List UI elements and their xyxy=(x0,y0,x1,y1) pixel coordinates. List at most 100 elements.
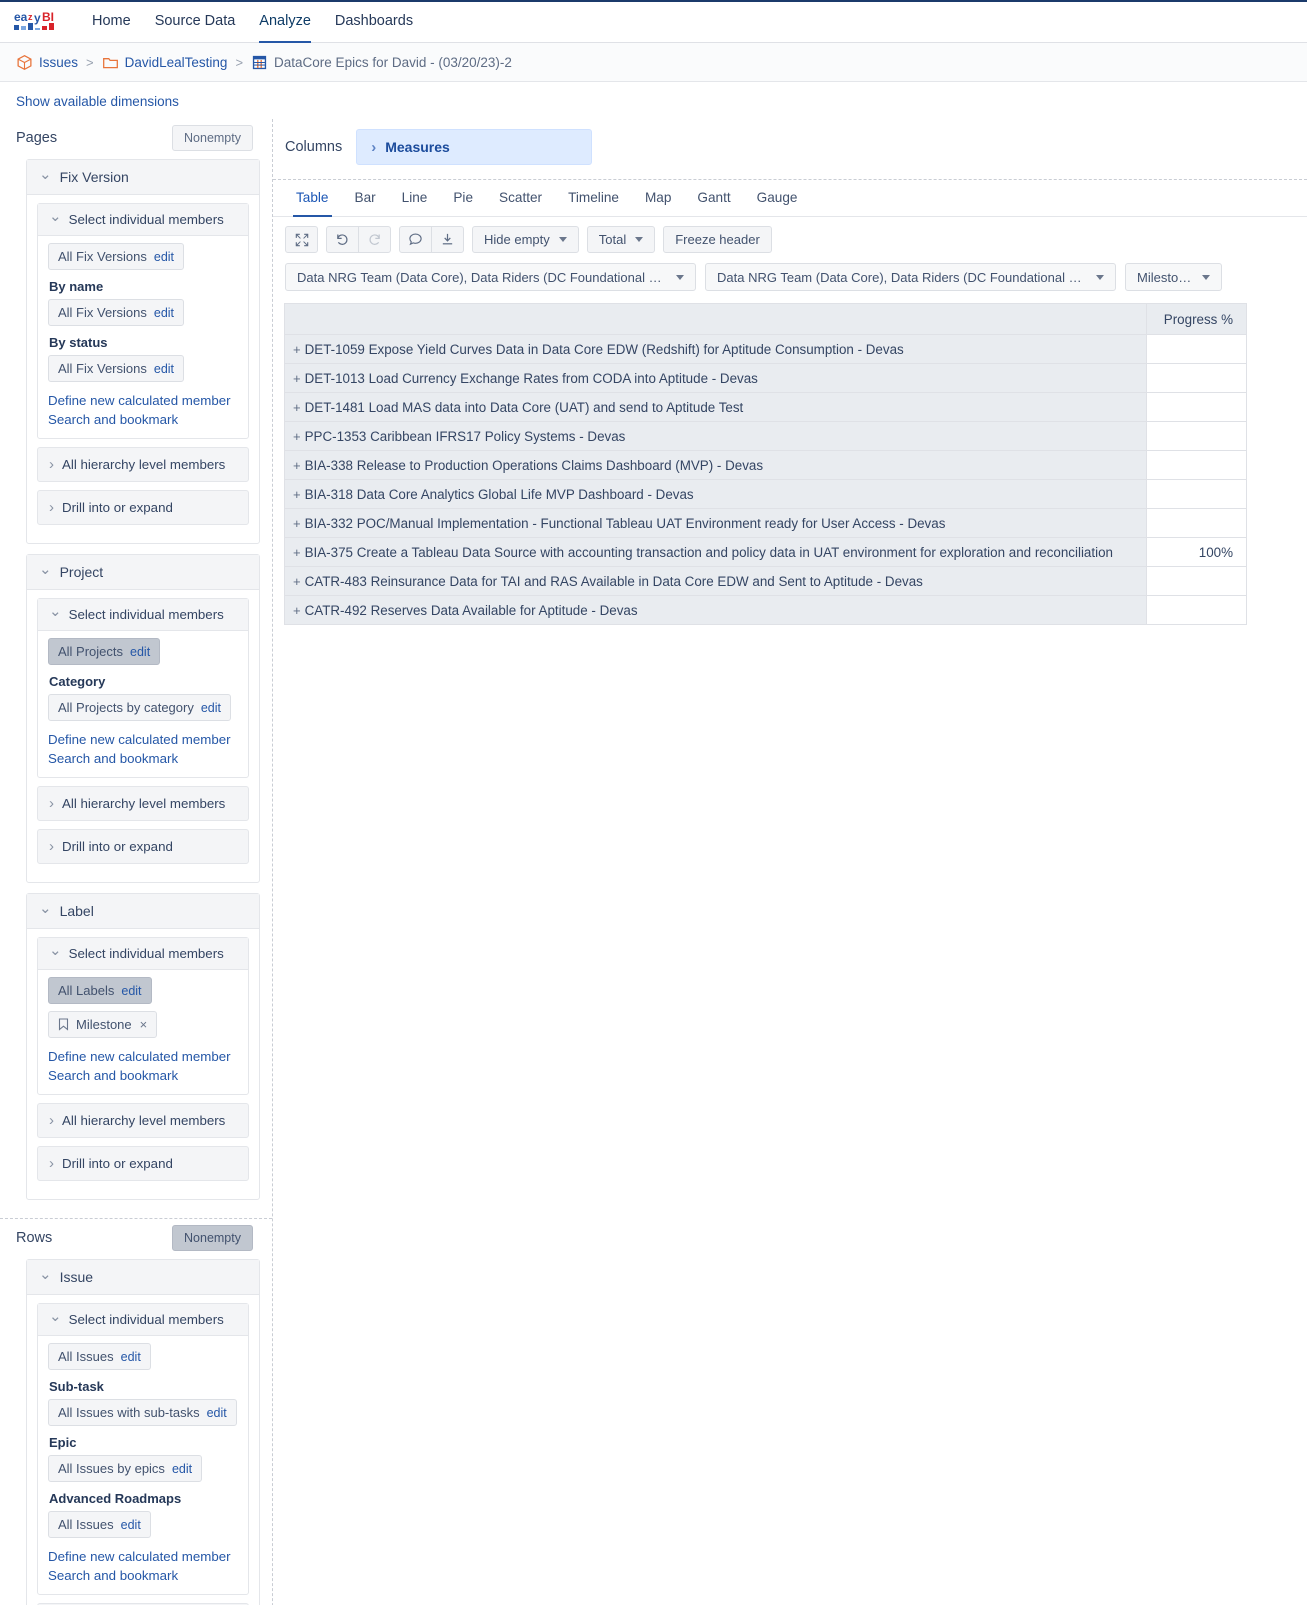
dimension-issue-header[interactable]: Issue xyxy=(27,1260,259,1295)
member-all-projects[interactable]: All Projects edit xyxy=(48,638,161,665)
tab-pie[interactable]: Pie xyxy=(440,180,486,216)
table-row[interactable]: + DET-1013 Load Currency Exchange Rates f… xyxy=(284,363,1247,393)
expand-row-icon[interactable]: + xyxy=(293,429,301,444)
table-row[interactable]: + BIA-332 POC/Manual Implementation - Fun… xyxy=(284,508,1247,538)
column-header-progress[interactable]: Progress % xyxy=(1146,303,1247,335)
select-individual-members-header[interactable]: Select individual members xyxy=(38,204,248,236)
table-row[interactable]: + CATR-492 Reserves Data Available for Ap… xyxy=(284,595,1247,625)
select-individual-members-header[interactable]: Select individual members xyxy=(38,938,248,970)
breadcrumb-item-account[interactable]: DavidLealTesting xyxy=(102,54,228,71)
member-edit-link[interactable]: edit xyxy=(154,306,174,320)
row-header-cell[interactable]: + CATR-492 Reserves Data Available for Ap… xyxy=(284,595,1147,625)
member-edit-link[interactable]: edit xyxy=(121,1350,141,1364)
nav-item-dashboards[interactable]: Dashboards xyxy=(323,0,425,43)
comment-button[interactable] xyxy=(399,226,432,253)
table-row[interactable]: + BIA-338 Release to Production Operation… xyxy=(284,450,1247,480)
row-header-cell[interactable]: + BIA-375 Create a Tableau Data Source wi… xyxy=(284,537,1147,567)
member-all-fix-versions-by-name[interactable]: All Fix Versions edit xyxy=(48,299,185,326)
row-header-cell[interactable]: + DET-1013 Load Currency Exchange Rates f… xyxy=(284,363,1147,393)
nav-item-analyze[interactable]: Analyze xyxy=(247,0,323,43)
member-all-issues-with-sub-tasks[interactable]: All Issues with sub-tasks edit xyxy=(48,1399,237,1426)
member-all-fix-versions-by-status[interactable]: All Fix Versions edit xyxy=(48,355,185,382)
nav-item-home[interactable]: Home xyxy=(80,0,143,43)
expand-row-icon[interactable]: + xyxy=(293,603,301,618)
freeze-header-button[interactable]: Freeze header xyxy=(663,226,772,253)
member-edit-link[interactable]: edit xyxy=(130,645,150,659)
select-individual-members-header[interactable]: Select individual members xyxy=(38,1304,248,1336)
total-dropdown[interactable]: Total xyxy=(586,226,656,253)
download-button[interactable] xyxy=(431,226,464,253)
undo-button[interactable] xyxy=(326,226,359,253)
fullscreen-button[interactable] xyxy=(285,226,318,253)
eazybi-logo[interactable]: ea z y BI xyxy=(14,8,62,34)
expand-row-icon[interactable]: + xyxy=(293,516,301,531)
drill-into-or-expand-section[interactable]: Drill into or expand xyxy=(37,490,249,525)
breadcrumb-label-account[interactable]: DavidLealTesting xyxy=(125,55,228,70)
remove-member-icon[interactable]: × xyxy=(140,1017,148,1032)
table-row[interactable]: + CATR-483 Reinsurance Data for TAI and R… xyxy=(284,566,1247,596)
row-header-cell[interactable]: + CATR-483 Reinsurance Data for TAI and R… xyxy=(284,566,1147,596)
member-edit-link[interactable]: edit xyxy=(121,984,141,998)
table-row[interactable]: + BIA-318 Data Core Analytics Global Life… xyxy=(284,479,1247,509)
expand-row-icon[interactable]: + xyxy=(293,371,301,386)
tab-map[interactable]: Map xyxy=(632,180,684,216)
select-individual-members-header[interactable]: Select individual members xyxy=(38,599,248,631)
breadcrumb-item-issues[interactable]: Issues xyxy=(16,54,78,71)
define-calculated-member-link[interactable]: Define new calculated member xyxy=(48,1547,238,1566)
table-row[interactable]: + BIA-375 Create a Tableau Data Source wi… xyxy=(284,537,1247,567)
search-bookmark-link[interactable]: Search and bookmark xyxy=(48,1066,238,1085)
search-bookmark-link[interactable]: Search and bookmark xyxy=(48,410,238,429)
member-milestone[interactable]: Milestone × xyxy=(48,1011,158,1038)
member-all-projects-by-category[interactable]: All Projects by category edit xyxy=(48,694,231,721)
expand-row-icon[interactable]: + xyxy=(293,574,301,589)
filter-team-2[interactable]: Data NRG Team (Data Core), Data Riders (… xyxy=(705,263,1116,291)
tab-timeline[interactable]: Timeline xyxy=(555,180,632,216)
show-available-dimensions-link[interactable]: Show available dimensions xyxy=(16,94,179,109)
table-row[interactable]: + PPC-1353 Caribbean IFRS17 Policy System… xyxy=(284,421,1247,451)
member-edit-link[interactable]: edit xyxy=(207,1406,227,1420)
redo-button[interactable] xyxy=(358,226,391,253)
dimension-project-header[interactable]: Project xyxy=(27,555,259,590)
expand-row-icon[interactable]: + xyxy=(293,487,301,502)
define-calculated-member-link[interactable]: Define new calculated member xyxy=(48,730,238,749)
row-header-cell[interactable]: + BIA-332 POC/Manual Implementation - Fun… xyxy=(284,508,1147,538)
row-header-cell[interactable]: + BIA-338 Release to Production Operation… xyxy=(284,450,1147,480)
member-all-issues-roadmaps[interactable]: All Issues edit xyxy=(48,1511,151,1538)
define-calculated-member-link[interactable]: Define new calculated member xyxy=(48,391,238,410)
nav-item-source-data[interactable]: Source Data xyxy=(143,0,248,43)
member-edit-link[interactable]: edit xyxy=(121,1518,141,1532)
hide-empty-dropdown[interactable]: Hide empty xyxy=(472,226,579,253)
drill-into-or-expand-section[interactable]: Drill into or expand xyxy=(37,829,249,864)
table-row[interactable]: + DET-1481 Load MAS data into Data Core (… xyxy=(284,392,1247,422)
search-bookmark-link[interactable]: Search and bookmark xyxy=(48,1566,238,1585)
filter-milestone[interactable]: Milestone xyxy=(1125,263,1222,291)
member-all-fix-versions[interactable]: All Fix Versions edit xyxy=(48,243,185,270)
table-row[interactable]: + DET-1059 Expose Yield Curves Data in Da… xyxy=(284,334,1247,364)
member-edit-link[interactable]: edit xyxy=(154,250,174,264)
tab-bar[interactable]: Bar xyxy=(342,180,389,216)
member-edit-link[interactable]: edit xyxy=(154,362,174,376)
member-all-labels[interactable]: All Labels edit xyxy=(48,977,152,1004)
breadcrumb-label-issues[interactable]: Issues xyxy=(39,55,78,70)
tab-scatter[interactable]: Scatter xyxy=(486,180,555,216)
row-header-cell[interactable]: + BIA-318 Data Core Analytics Global Life… xyxy=(284,479,1147,509)
row-header-cell[interactable]: + DET-1481 Load MAS data into Data Core (… xyxy=(284,392,1147,422)
expand-row-icon[interactable]: + xyxy=(293,342,301,357)
dimension-label-header[interactable]: Label xyxy=(27,894,259,929)
search-bookmark-link[interactable]: Search and bookmark xyxy=(48,749,238,768)
expand-row-icon[interactable]: + xyxy=(293,545,301,560)
rows-nonempty-button[interactable]: Nonempty xyxy=(172,1225,253,1251)
row-header-cell[interactable]: + DET-1059 Expose Yield Curves Data in Da… xyxy=(284,334,1147,364)
filter-team-1[interactable]: Data NRG Team (Data Core), Data Riders (… xyxy=(285,263,696,291)
tab-line[interactable]: Line xyxy=(389,180,441,216)
drill-into-or-expand-section[interactable]: Drill into or expand xyxy=(37,1146,249,1181)
all-hierarchy-level-members-section[interactable]: All hierarchy level members xyxy=(37,447,249,482)
define-calculated-member-link[interactable]: Define new calculated member xyxy=(48,1047,238,1066)
member-all-issues[interactable]: All Issues edit xyxy=(48,1343,151,1370)
all-hierarchy-level-members-section[interactable]: All hierarchy level members xyxy=(37,786,249,821)
expand-row-icon[interactable]: + xyxy=(293,400,301,415)
tab-table[interactable]: Table xyxy=(283,180,342,217)
dimension-fix-version-header[interactable]: Fix Version xyxy=(27,160,259,195)
all-hierarchy-level-members-section[interactable]: All hierarchy level members xyxy=(37,1103,249,1138)
member-edit-link[interactable]: edit xyxy=(201,701,221,715)
